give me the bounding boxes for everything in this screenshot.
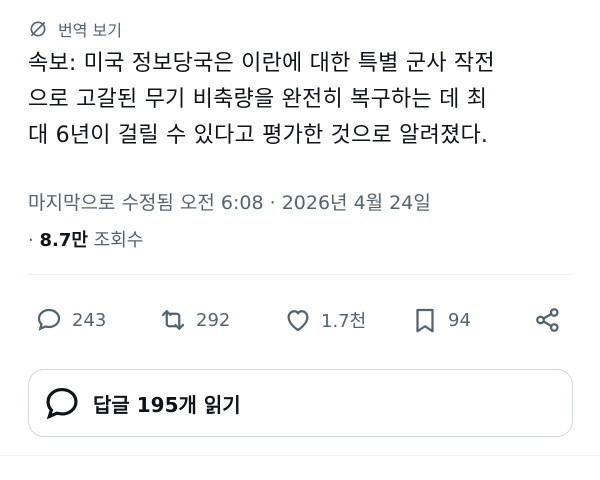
bottom-divider (0, 455, 600, 456)
read-replies-label: 답글 195개 읽기 (93, 392, 241, 417)
repost-icon (161, 310, 185, 330)
reply-button[interactable]: 243 (34, 300, 106, 340)
views-separator: · (28, 230, 40, 251)
action-bar: 243 292 1.7천 94 (0, 300, 600, 340)
like-button[interactable]: 1.7천 (283, 300, 366, 340)
tweet-text: 속보: 미국 정보당국은 이란에 대한 특별 군사 작전 으로 고갈된 무기 비… (28, 51, 495, 148)
bookmark-button[interactable]: 94 (410, 300, 471, 340)
like-count: 1.7천 (321, 311, 367, 332)
views-label: 조회수 (93, 230, 144, 251)
views-count[interactable]: · 8.7만 조회수 (28, 226, 143, 252)
share-button[interactable] (533, 300, 571, 340)
views-number: 8.7만 (39, 230, 88, 251)
read-replies-button[interactable]: 답글 195개 읽기 (28, 369, 573, 437)
heart-icon (287, 310, 309, 332)
globe-slash-icon (28, 19, 48, 39)
edited-timestamp[interactable]: 마지막으로 수정됨 오전 6:08 · 2026년 4월 24일 (28, 188, 431, 215)
reply-icon (37, 308, 61, 331)
chat-bubble-icon (46, 387, 78, 420)
divider (28, 274, 573, 275)
share-icon (536, 308, 559, 332)
repost-count: 292 (196, 309, 231, 331)
translate-label: 번역 보기 (58, 21, 122, 40)
bookmark-count: 94 (448, 309, 471, 331)
bookmark-icon (416, 308, 434, 333)
reply-count: 243 (72, 309, 107, 331)
translate-link[interactable]: 번역 보기 (28, 16, 122, 42)
repost-button[interactable]: 292 (158, 300, 230, 340)
